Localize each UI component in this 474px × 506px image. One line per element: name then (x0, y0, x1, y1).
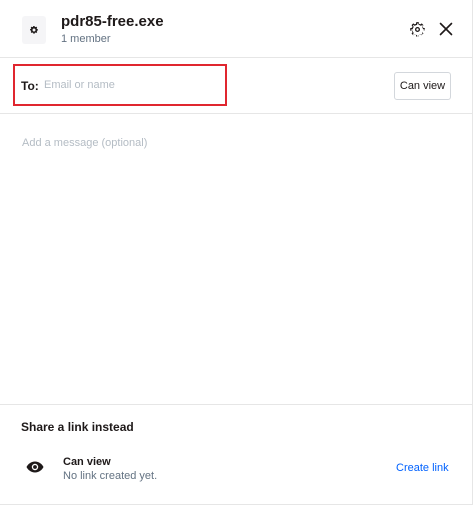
member-count: 1 member (61, 33, 111, 45)
share-dialog: pdr85-free.exe 1 member To: Can view Sha… (0, 0, 473, 505)
permission-dropdown-button[interactable]: Can view (394, 72, 451, 100)
to-label: To: (21, 79, 39, 93)
recipient-row: To: Can view (0, 57, 472, 114)
link-status: No link created yet. (63, 470, 158, 482)
recipient-input[interactable] (44, 75, 219, 95)
message-input[interactable] (22, 137, 452, 377)
gear-icon (30, 25, 38, 34)
share-link-section: Share a link instead Can view No link cr… (0, 404, 472, 505)
create-link-button[interactable]: Create link (396, 462, 449, 474)
file-name: pdr85-free.exe (61, 13, 164, 30)
share-link-title: Share a link instead (21, 420, 134, 434)
eye-icon (26, 461, 44, 473)
close-icon[interactable] (439, 22, 453, 36)
gear-icon[interactable] (409, 21, 426, 38)
link-permission: Can view (63, 456, 111, 468)
file-icon (22, 16, 46, 44)
dialog-header: pdr85-free.exe 1 member (0, 0, 472, 58)
